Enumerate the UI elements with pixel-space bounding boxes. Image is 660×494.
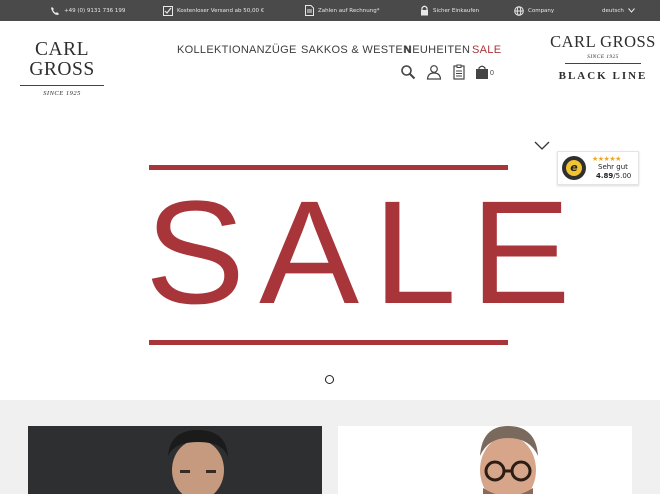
cart-count: 0: [490, 70, 494, 77]
nav-item-kollektion[interactable]: KOLLEKTION: [177, 44, 249, 56]
nav-item-anzuege[interactable]: ANZÜGE: [249, 44, 297, 56]
lock-icon: [420, 5, 429, 16]
carl-gross-logo[interactable]: CARL GROSS SINCE 1925: [0, 40, 124, 97]
slider-dot[interactable]: [325, 375, 334, 384]
free-shipping-info: Kostenloser Versand ab 50,00 €: [163, 0, 264, 21]
black-line-divider: [565, 63, 641, 64]
logo-name: CARL GROSS: [29, 39, 95, 80]
company-text: Company: [528, 7, 555, 14]
rating-stars: ★★★★★: [592, 155, 621, 163]
trusted-shops-seal-icon: e: [562, 156, 586, 180]
model-photo-left: [28, 426, 322, 494]
language-select[interactable]: deutsch: [602, 0, 635, 21]
company-link[interactable]: Company: [514, 0, 554, 21]
secure-shopping-info: Sicher Einkaufen: [420, 0, 479, 21]
phone-number: +49 (0) 9131 736 199: [64, 7, 126, 14]
nav-item-sakkos-westen[interactable]: SAKKOS & WESTEN: [301, 44, 411, 56]
trustbadge-collapse-chevron-icon[interactable]: [534, 138, 550, 150]
trusted-shops-badge[interactable]: e ★★★★★ Sehr gut 4.89/5.00: [557, 151, 639, 185]
teaser-card-right[interactable]: [338, 426, 632, 494]
invoice-info: Zahlen auf Rechnung*: [305, 0, 379, 21]
hotline[interactable]: +49 (0) 9131 736 199: [50, 0, 125, 21]
black-line-label: BLACK LINE: [558, 70, 648, 82]
cart-icon[interactable]: [474, 64, 490, 80]
nav-item-neuheiten[interactable]: NEUHEITEN: [404, 44, 470, 56]
rating-value: 4.89: [596, 172, 614, 180]
black-line-brand-name: CARL GROSS: [550, 32, 656, 51]
model-photo-right: [338, 426, 632, 494]
rating-max: /5.00: [613, 172, 632, 180]
sale-bottom-bar: [149, 340, 508, 345]
rating-score: 4.89/5.00: [596, 172, 631, 180]
checkbox-icon: [163, 5, 173, 16]
nav-item-sale[interactable]: SALE: [472, 44, 501, 56]
teaser-card-left[interactable]: [28, 426, 322, 494]
wishlist-icon[interactable]: [451, 64, 467, 80]
rating-label: Sehr gut: [598, 163, 628, 171]
invoice-text: Zahlen auf Rechnung*: [318, 7, 380, 14]
secure-text: Sicher Einkaufen: [433, 7, 480, 14]
search-icon[interactable]: [400, 64, 416, 80]
black-line-logo[interactable]: CARL GROSS SINCE 1925 BLACK LINE: [546, 32, 660, 83]
logo-divider: [20, 85, 104, 86]
phone-icon: [50, 6, 60, 16]
shipping-text: Kostenloser Versand ab 50,00 €: [177, 7, 265, 14]
language-text: deutsch: [602, 7, 624, 14]
account-icon[interactable]: [426, 64, 442, 80]
top-utility-bar: +49 (0) 9131 736 199 Kostenloser Versand…: [0, 0, 660, 21]
globe-icon: [514, 5, 524, 16]
invoice-icon: [305, 5, 314, 16]
chevron-down-icon: [628, 8, 635, 13]
logo-since: SINCE 1925: [43, 90, 81, 97]
black-line-since: SINCE 1925: [587, 54, 619, 60]
sale-headline: SALE: [145, 169, 585, 335]
